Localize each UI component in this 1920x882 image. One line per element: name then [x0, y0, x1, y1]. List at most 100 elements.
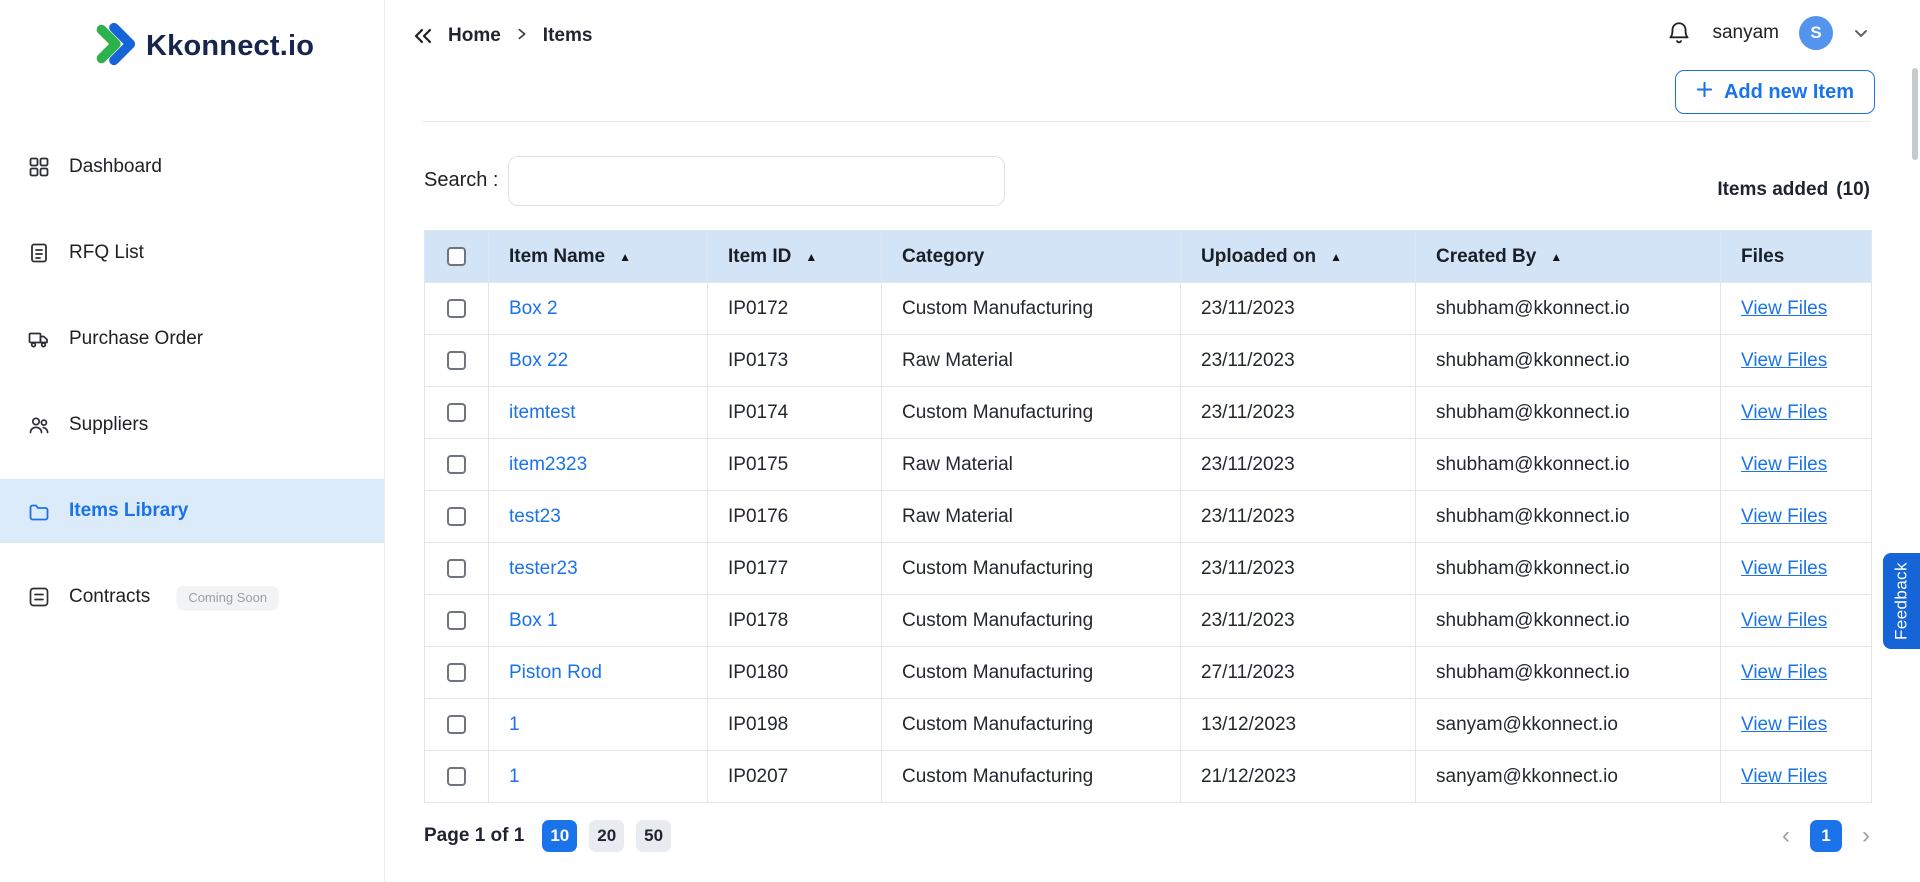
row-checkbox[interactable] — [447, 454, 466, 474]
row-checkbox[interactable] — [447, 714, 466, 734]
row-checkbox[interactable] — [447, 506, 466, 526]
current-page-button[interactable]: 1 — [1810, 820, 1842, 852]
view-files-link[interactable]: View Files — [1741, 402, 1827, 423]
item-name-link[interactable]: 1 — [509, 714, 520, 735]
page: Kkonnect.io Dashboard RFQ List Purchase … — [0, 0, 1920, 882]
sidebar-item-purchase-order[interactable]: Purchase Order — [0, 307, 384, 371]
user-area: sanyam S — [1666, 16, 1869, 50]
sort-asc-icon[interactable]: ▲ — [1550, 250, 1562, 264]
created-by-cell: sanyam@kkonnect.io — [1415, 750, 1721, 803]
brand-name: Kkonnect.io — [146, 30, 315, 62]
uploaded-on-cell: 23/11/2023 — [1180, 542, 1416, 595]
table-row: 1 IP0207 Custom Manufacturing 21/12/2023… — [424, 750, 1872, 803]
row-checkbox[interactable] — [447, 662, 466, 682]
view-files-link[interactable]: View Files — [1741, 558, 1827, 579]
column-header-item-id[interactable]: Item ID ▲ — [707, 230, 882, 283]
feedback-tab[interactable]: Feedback — [1883, 553, 1920, 649]
column-header-files: Files — [1720, 230, 1872, 283]
sidebar-item-dashboard[interactable]: Dashboard — [0, 135, 384, 199]
sidebar-nav: Dashboard RFQ List Purchase Order Suppli… — [0, 135, 384, 651]
row-checkbox[interactable] — [447, 558, 466, 578]
row-checkbox[interactable] — [447, 610, 466, 630]
column-header-uploaded-on[interactable]: Uploaded on ▲ — [1180, 230, 1416, 283]
column-header-item-name[interactable]: Item Name ▲ — [488, 230, 708, 283]
row-checkbox[interactable] — [447, 298, 466, 318]
select-all-checkbox[interactable] — [447, 246, 466, 266]
created-by-cell: shubham@kkonnect.io — [1415, 542, 1721, 595]
item-id-cell: IP0207 — [707, 750, 882, 803]
uploaded-on-cell: 21/12/2023 — [1180, 750, 1416, 803]
column-label: Files — [1741, 245, 1785, 267]
sidebar-item-rfq-list[interactable]: RFQ List — [0, 221, 384, 285]
chevron-right-icon — [515, 25, 529, 47]
view-files-link[interactable]: View Files — [1741, 298, 1827, 319]
column-header-category: Category — [881, 230, 1181, 283]
item-id-cell: IP0198 — [707, 698, 882, 751]
uploaded-on-cell: 23/11/2023 — [1180, 594, 1416, 647]
chevron-down-icon[interactable] — [1853, 25, 1869, 41]
contracts-icon — [26, 584, 52, 610]
uploaded-on-cell: 13/12/2023 — [1180, 698, 1416, 751]
sidebar-item-label: Purchase Order — [69, 328, 204, 349]
brand-logo[interactable]: Kkonnect.io — [88, 22, 314, 71]
sidebar-item-items-library[interactable]: Items Library — [0, 479, 384, 543]
avatar[interactable]: S — [1799, 16, 1833, 50]
created-by-cell: shubham@kkonnect.io — [1415, 594, 1721, 647]
view-files-link[interactable]: View Files — [1741, 766, 1827, 787]
item-id-cell: IP0174 — [707, 386, 882, 439]
column-label: Item ID — [728, 245, 792, 267]
category-cell: Custom Manufacturing — [881, 594, 1181, 647]
sidebar-item-label: RFQ List — [69, 242, 144, 263]
uploaded-on-cell: 27/11/2023 — [1180, 646, 1416, 699]
breadcrumb-current: Items — [542, 25, 593, 46]
collapse-sidebar-icon[interactable] — [412, 25, 434, 47]
view-files-link[interactable]: View Files — [1741, 350, 1827, 371]
row-checkbox[interactable] — [447, 402, 466, 422]
items-added-label: Items added — [1717, 179, 1829, 200]
item-name-link[interactable]: Box 2 — [509, 298, 558, 319]
row-checkbox[interactable] — [447, 766, 466, 786]
item-name-link[interactable]: item2323 — [509, 454, 587, 475]
page-size-20-button[interactable]: 20 — [589, 820, 625, 852]
previous-page-icon[interactable]: ‹ — [1782, 820, 1790, 852]
dashboard-icon — [26, 154, 52, 180]
category-cell: Raw Material — [881, 438, 1181, 491]
view-files-link[interactable]: View Files — [1741, 662, 1827, 683]
item-name-link[interactable]: 1 — [509, 766, 520, 787]
uploaded-on-cell: 23/11/2023 — [1180, 490, 1416, 543]
scrollbar-thumb[interactable] — [1912, 68, 1918, 160]
item-name-link[interactable]: Box 22 — [509, 350, 568, 371]
plus-icon — [1696, 81, 1713, 104]
breadcrumb-home[interactable]: Home — [448, 25, 501, 47]
notifications-bell-icon[interactable] — [1666, 20, 1692, 46]
next-page-icon[interactable]: › — [1862, 820, 1870, 852]
uploaded-on-cell: 23/11/2023 — [1180, 438, 1416, 491]
search-input[interactable] — [508, 156, 1005, 206]
item-name-link[interactable]: tester23 — [509, 558, 578, 579]
suppliers-icon — [26, 412, 52, 438]
row-checkbox[interactable] — [447, 350, 466, 370]
page-size-50-button[interactable]: 50 — [636, 820, 672, 852]
column-label: Item Name — [509, 245, 606, 267]
view-files-link[interactable]: View Files — [1741, 714, 1827, 735]
uploaded-on-cell: 23/11/2023 — [1180, 282, 1416, 335]
item-name-link[interactable]: itemtest — [509, 402, 576, 423]
items-added-count: (10) — [1836, 179, 1870, 200]
view-files-link[interactable]: View Files — [1741, 506, 1827, 527]
sidebar-item-label: Dashboard — [69, 156, 162, 177]
sort-asc-icon[interactable]: ▲ — [805, 250, 817, 264]
select-all-cell — [424, 230, 489, 283]
column-header-created-by[interactable]: Created By ▲ — [1415, 230, 1721, 283]
sort-asc-icon[interactable]: ▲ — [1330, 250, 1342, 264]
item-name-link[interactable]: Box 1 — [509, 610, 558, 631]
item-name-link[interactable]: test23 — [509, 506, 561, 527]
sidebar-item-suppliers[interactable]: Suppliers — [0, 393, 384, 457]
add-new-item-button[interactable]: Add new Item — [1675, 70, 1875, 114]
sidebar-item-contracts[interactable]: Contracts Coming Soon — [0, 565, 384, 629]
items-added: Items added (10) — [1717, 179, 1870, 201]
item-name-link[interactable]: Piston Rod — [509, 662, 602, 683]
page-size-10-button[interactable]: 10 — [542, 820, 578, 852]
sort-asc-icon[interactable]: ▲ — [619, 250, 631, 264]
view-files-link[interactable]: View Files — [1741, 454, 1827, 475]
view-files-link[interactable]: View Files — [1741, 610, 1827, 631]
